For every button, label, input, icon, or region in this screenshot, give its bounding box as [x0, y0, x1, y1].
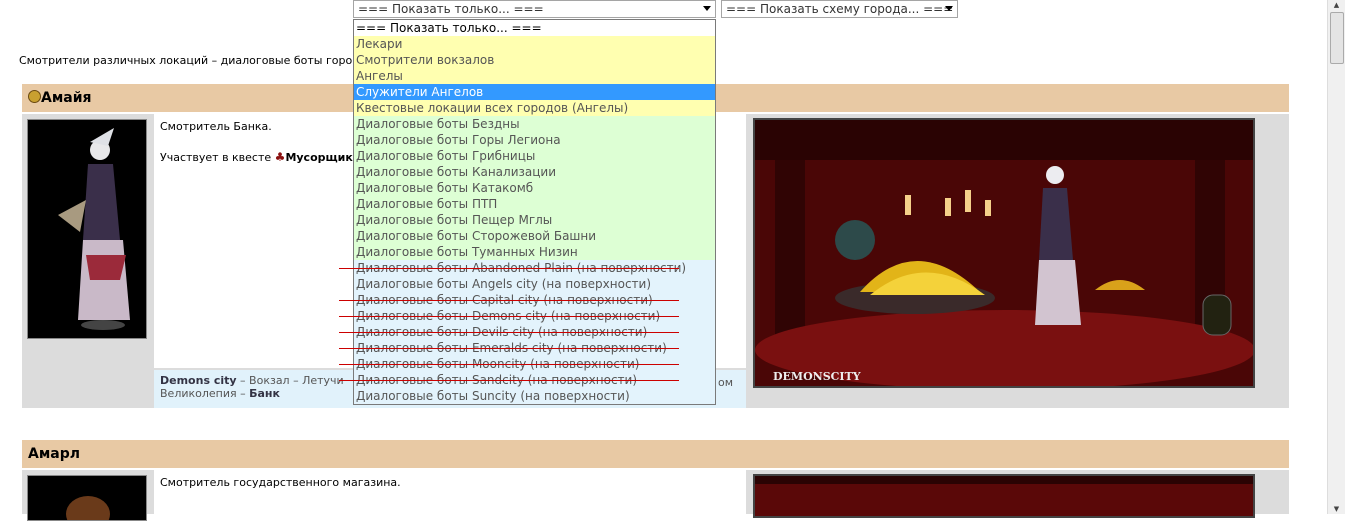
bot-name: Амарл: [28, 446, 81, 462]
quest-prefix: Участвует в квесте: [160, 151, 272, 164]
bot-scene-image: [753, 474, 1255, 518]
quest-link[interactable]: Мусорщик: [285, 151, 352, 164]
filter-option[interactable]: Диалоговые боты Пещер Мглы: [354, 212, 715, 228]
bot-portrait: [27, 475, 147, 521]
filter-select-value: === Показать только... ===: [358, 2, 544, 16]
city-map-select-value: === Показать схему города... ===: [726, 2, 954, 16]
strikethrough-mark: [339, 348, 679, 349]
location-tail: ом: [718, 376, 734, 389]
filter-option[interactable]: Диалоговые боты Sandcity (на поверхности…: [339, 372, 715, 388]
angel-icon: [28, 90, 41, 103]
location-path: – Вокзал – Летучи: [240, 374, 344, 387]
filter-option[interactable]: Служители Ангелов: [354, 84, 715, 100]
chevron-down-icon: [703, 6, 711, 11]
bot-portrait: [27, 119, 147, 339]
scroll-up-icon[interactable]: ▲: [1328, 0, 1345, 10]
strikethrough-mark: [339, 300, 679, 301]
bot-quest: Участвует в квесте ♣Мусорщик: [160, 150, 353, 164]
bot-role: Смотритель Банка.: [160, 120, 272, 133]
filter-option[interactable]: Диалоговые боты Катакомб: [354, 180, 715, 196]
filter-option[interactable]: Ангелы: [354, 68, 715, 84]
filter-option[interactable]: Лекари: [354, 36, 715, 52]
scroll-down-icon[interactable]: ▼: [1328, 504, 1345, 514]
filter-option[interactable]: Диалоговые боты Сторожевой Башни: [354, 228, 715, 244]
location-line2: Великолепия –: [160, 387, 246, 400]
bot-role: Смотритель государственного магазина.: [160, 476, 401, 489]
location-city-link[interactable]: Demons city: [160, 374, 237, 387]
portrait-figure: [28, 120, 146, 338]
strikethrough-mark: [339, 268, 679, 269]
chevron-down-icon: [945, 6, 953, 11]
filter-option[interactable]: Диалоговые боты Suncity (на поверхности): [354, 388, 715, 404]
filter-option[interactable]: Диалоговые боты Demons city (на поверхно…: [339, 308, 715, 324]
strikethrough-mark: [339, 380, 679, 381]
filter-option[interactable]: Диалоговые боты Канализации: [354, 164, 715, 180]
portrait-figure: [28, 476, 146, 520]
filter-option[interactable]: Смотрители вокзалов: [354, 52, 715, 68]
filter-option[interactable]: Диалоговые боты Abandoned Plain (на пове…: [339, 260, 715, 276]
scene-art: DEMONSCITY: [755, 120, 1253, 386]
filter-option[interactable]: Диалоговые боты Angels city (на поверхно…: [354, 276, 715, 292]
filter-option[interactable]: Диалоговые боты Capital city (на поверхн…: [339, 292, 715, 308]
filter-option[interactable]: Диалоговые боты ПТП: [354, 196, 715, 212]
clover-icon: ♣: [274, 150, 286, 164]
scene-caption: DEMONSCITY: [773, 370, 861, 383]
strikethrough-mark: [339, 364, 679, 365]
vertical-scrollbar[interactable]: ▲ ▼: [1327, 0, 1345, 514]
strikethrough-mark: [339, 332, 679, 333]
filter-dropdown-list[interactable]: === Показать только... === Лекари Смотрите…: [339, 19, 716, 405]
filter-option[interactable]: Квестовые локации всех городов (Ангелы): [354, 100, 715, 116]
filter-option[interactable]: Диалоговые боты Бездны: [354, 116, 715, 132]
filter-select[interactable]: === Показать только... ===: [353, 0, 716, 18]
bot-header: Амарл: [22, 440, 1289, 468]
intro-text: Смотрители различных локаций – диалоговы…: [19, 54, 353, 67]
scroll-thumb[interactable]: [1330, 12, 1344, 64]
location-bank-link[interactable]: Банк: [249, 387, 280, 400]
strikethrough-mark: [339, 316, 679, 317]
filter-option[interactable]: Диалоговые боты Горы Легиона: [354, 132, 715, 148]
filter-option[interactable]: Диалоговые боты Emeralds city (на поверх…: [339, 340, 715, 356]
filter-option[interactable]: Диалоговые боты Devils city (на поверхно…: [339, 324, 715, 340]
filter-option[interactable]: Диалоговые боты Грибницы: [354, 148, 715, 164]
bot-scene-image: DEMONSCITY: [753, 118, 1255, 388]
filter-option[interactable]: Диалоговые боты Mooncity (на поверхности…: [339, 356, 715, 372]
bot-name: Амайя: [41, 90, 92, 106]
filter-option[interactable]: Диалоговые боты Туманных Низин: [354, 244, 715, 260]
filter-option[interactable]: === Показать только... ===: [354, 20, 715, 36]
city-map-select[interactable]: === Показать схему города... ===: [721, 0, 958, 18]
scene-art: [755, 476, 1253, 516]
